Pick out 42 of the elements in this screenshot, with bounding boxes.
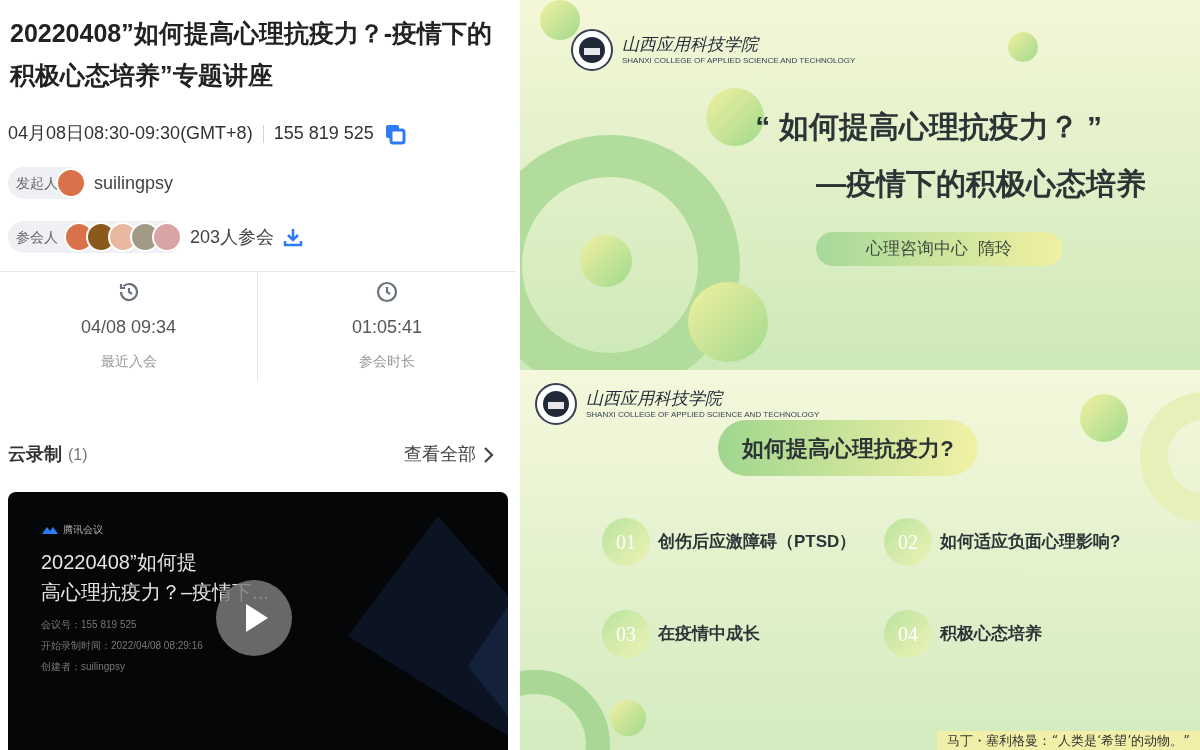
speaker-pill: 心理咨询中心 隋玲: [816, 232, 1062, 266]
agenda-item: 积极心态培养: [940, 623, 1042, 646]
view-all-link[interactable]: 查看全部: [404, 441, 508, 468]
avatar: [152, 222, 182, 252]
school-emblem-icon: [534, 382, 578, 426]
meeting-time: 04月08日08:30-09:30(GMT+8): [8, 122, 253, 145]
brand-name: 腾讯会议: [63, 523, 103, 537]
clock-icon: [375, 280, 399, 304]
slide-title: “ 如何提高心理抗疫力？ ”: [755, 109, 1102, 145]
stat-label: 参会时长: [359, 352, 415, 371]
video-title: 高心理抗疫力？–疫情下...: [41, 580, 270, 605]
video-title: 20220408”如何提: [41, 550, 198, 575]
stat-value: 01:05:41: [351, 316, 423, 339]
video-detail: 开始录制时间：2022/04/08 08:29:16: [41, 639, 204, 653]
quote: 马丁・塞利格曼：“人类是‘希望’的动物。”: [937, 730, 1200, 750]
download-icon[interactable]: [282, 226, 305, 248]
video-detail: 创建者：suilingpsy: [41, 660, 126, 674]
role-label: 发起人: [16, 173, 58, 193]
stat-value: 04/08 09:34: [80, 316, 177, 339]
agenda-item: 创伤后应激障碍（PTSD）: [658, 531, 857, 554]
school-english-name: SHANXI COLLEGE OF APPLIED SCIENCE AND TECHNOLOGY: [622, 55, 856, 66]
copy-icon[interactable]: [383, 122, 406, 145]
stat-label: 最近入会: [100, 352, 157, 371]
role-label: 参会人: [16, 227, 58, 247]
agenda-item: 如何适应负面心理影响?: [940, 531, 1121, 554]
slide-title: —疫情下的积极心态培养: [816, 166, 1146, 202]
meeting-title: 20220408”如何提高心理抗疫力？-疫情下的积极心态培养”专题讲座: [10, 18, 494, 91]
avatar: [56, 168, 86, 198]
school-name: 山西应用科技学院: [586, 388, 725, 410]
video-thumbnail[interactable]: 腾讯会议 20220408”如何提 高心理抗疫力？–疫情下... 会议号：155 819 525 开始录制时间：2022/04/08 08:29:16 创建者：suilingpsy: [8, 492, 508, 750]
slide-heading-pill: 如何提高心理抗疫力?: [718, 420, 978, 476]
video-detail: 会议号：155 819 525: [41, 618, 138, 632]
recording-count: (1): [68, 444, 88, 465]
school-english-name: SHANXI COLLEGE OF APPLIED SCIENCE AND TECHNOLOGY: [586, 409, 820, 420]
section-title: 云录制: [8, 443, 62, 466]
chevron-right-icon: [482, 445, 494, 464]
agenda-item: 在疫情中成长: [658, 623, 760, 646]
meeting-id: 155 819 525: [273, 122, 374, 145]
initiator-name: suilingpsy: [94, 171, 174, 195]
school-emblem-icon: [570, 28, 614, 72]
school-name: 山西应用科技学院: [622, 34, 761, 56]
participant-count: 203人参会: [190, 225, 275, 249]
